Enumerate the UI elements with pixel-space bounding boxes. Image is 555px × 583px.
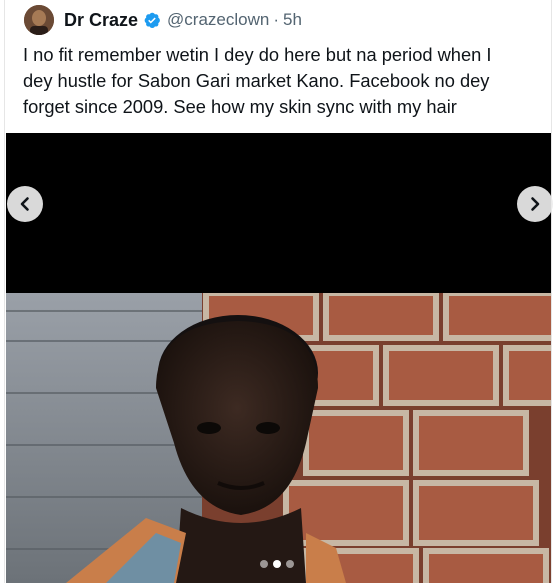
- tweet-text-line: forget since 2009. See how my skin sync …: [23, 96, 457, 117]
- avatar[interactable]: [24, 5, 54, 35]
- pagination-dot[interactable]: [286, 560, 294, 568]
- tweet-text: I no fit remember wetin I dey do here bu…: [23, 42, 543, 120]
- author-handle[interactable]: @crazeclown: [167, 10, 269, 30]
- chevron-right-icon: [527, 196, 543, 212]
- card-border-left: [4, 0, 5, 583]
- chevron-left-icon: [17, 196, 33, 212]
- verified-badge-icon: [143, 11, 161, 29]
- tweet-timestamp[interactable]: 5h: [283, 10, 302, 30]
- tweet-photo[interactable]: [6, 293, 551, 583]
- tweet-text-line: I no fit remember wetin I dey do here bu…: [23, 44, 492, 65]
- tweet-header: Dr Craze @crazeclown · 5h: [24, 5, 302, 35]
- tweet-text-line: dey hustle for Sabon Gari market Kano. F…: [23, 70, 490, 91]
- card-border-right: [551, 0, 552, 583]
- pagination-dot[interactable]: [260, 560, 268, 568]
- tweet-card[interactable]: Dr Craze @crazeclown · 5h I no fit remem…: [0, 0, 555, 583]
- carousel-pagination: [260, 560, 294, 568]
- carousel-next-button[interactable]: [517, 186, 553, 222]
- author-name[interactable]: Dr Craze: [64, 10, 138, 31]
- meta-separator: ·: [273, 10, 279, 29]
- media-carousel[interactable]: [6, 133, 551, 583]
- pagination-dot-active[interactable]: [273, 560, 281, 568]
- carousel-prev-button[interactable]: [7, 186, 43, 222]
